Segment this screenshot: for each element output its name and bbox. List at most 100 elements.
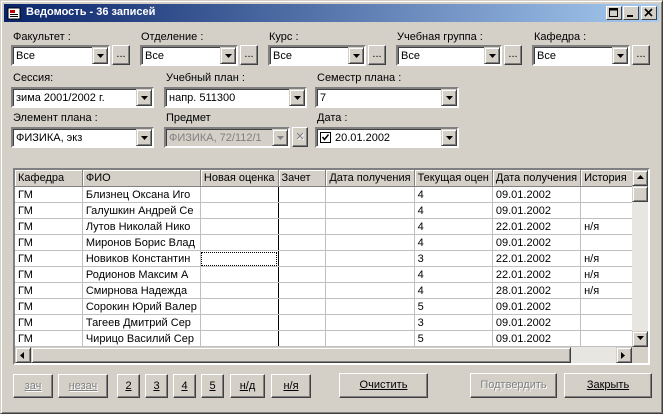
table-cell: 09.01.2002: [492, 186, 582, 203]
dropdown-button[interactable]: [441, 89, 457, 106]
scroll-up-button[interactable]: [632, 170, 648, 186]
column-header[interactable]: Зачет: [278, 170, 327, 187]
close-window-button[interactable]: [641, 6, 657, 20]
close-button[interactable]: Закрыть: [564, 373, 652, 398]
table-row[interactable]: ГМ Лутов Николай Нико 4 22.01.2002 н/я: [15, 218, 648, 235]
table-row[interactable]: ГМ Миронов Борис Влад 4 09.01.2002: [15, 234, 648, 251]
column-header[interactable]: Текущая оцен: [414, 170, 493, 187]
table-cell: [278, 298, 327, 315]
table-cell[interactable]: [199, 314, 279, 331]
pass-button[interactable]: зач: [13, 374, 53, 398]
table-cell[interactable]: [199, 330, 279, 347]
chair-select[interactable]: Все: [532, 45, 630, 66]
date-value: 20.01.2002: [335, 132, 391, 144]
date-checkbox[interactable]: [320, 132, 331, 143]
table-row[interactable]: ГМ Родионов Максим А 4 22.01.2002 н/я: [15, 266, 648, 283]
table-cell[interactable]: [199, 250, 279, 267]
column-header[interactable]: Новая оценка: [200, 170, 279, 187]
table-row[interactable]: ГМ Новиков Константин 3 22.01.2002 н/я: [15, 250, 648, 267]
horizontal-scroll-thumb[interactable]: [31, 347, 571, 363]
maximize-button[interactable]: [606, 6, 622, 20]
dropdown-button[interactable]: [136, 129, 152, 146]
grade-3-button[interactable]: 3: [145, 374, 168, 398]
table-row[interactable]: ГМ Смирнова Надежда 4 28.01.2002 н/я: [15, 282, 648, 299]
grade-5-button[interactable]: 5: [201, 374, 224, 398]
dropdown-button[interactable]: [612, 47, 628, 64]
confirm-button[interactable]: Подтвердить: [470, 373, 557, 398]
table-cell[interactable]: [199, 298, 279, 315]
fail-button[interactable]: незач: [58, 374, 108, 398]
department-select[interactable]: Все: [140, 45, 238, 66]
dropdown-button[interactable]: [272, 129, 288, 146]
not-admitted-button[interactable]: н/д: [230, 374, 265, 398]
table-cell: Миронов Борис Влад: [82, 234, 201, 251]
table-cell: [325, 234, 415, 251]
table-cell: ГМ: [15, 250, 83, 267]
no-show-button[interactable]: н/я: [271, 374, 311, 398]
table-row[interactable]: ГМ Сорокин Юрий Валер 5 09.01.2002: [15, 298, 648, 315]
table-cell: 22.01.2002: [492, 266, 582, 283]
table-cell: [278, 314, 327, 331]
table-row[interactable]: ГМ Галушкин Андрей Се 4 09.01.2002: [15, 202, 648, 219]
column-header[interactable]: Кафедра: [15, 170, 83, 187]
table-cell[interactable]: [199, 202, 279, 219]
table-cell: 4: [414, 266, 493, 283]
scroll-left-button[interactable]: [15, 347, 31, 363]
faculty-select[interactable]: Все: [11, 45, 110, 66]
table-cell: [278, 202, 327, 219]
plan-select[interactable]: напр. 511300: [164, 87, 307, 108]
course-select[interactable]: Все: [268, 45, 366, 66]
dropdown-button[interactable]: [484, 47, 500, 64]
semester-value: 7: [320, 92, 327, 104]
grade-2-button[interactable]: 2: [117, 374, 140, 398]
minimize-button[interactable]: [623, 6, 639, 20]
horizontal-scrollbar[interactable]: [15, 347, 632, 363]
dropdown-button[interactable]: [348, 47, 364, 64]
title-bar[interactable]: Ведомость - 36 записей: [4, 4, 659, 22]
dropdown-button[interactable]: [220, 47, 236, 64]
vertical-scroll-thumb[interactable]: [632, 186, 648, 202]
column-header[interactable]: Дата получения: [492, 170, 582, 187]
clear-button[interactable]: Очистить: [339, 373, 428, 398]
table-row[interactable]: ГМ Тагеев Дмитрий Сер 3 09.01.2002: [15, 314, 648, 331]
faculty-browse-button[interactable]: ...: [112, 45, 130, 65]
table-cell[interactable]: [199, 282, 279, 299]
group-browse-button[interactable]: ...: [504, 45, 522, 65]
dropdown-button[interactable]: [92, 47, 108, 64]
table-cell[interactable]: [199, 218, 279, 235]
faculty-value: Все: [16, 50, 35, 62]
semester-select[interactable]: 7: [315, 87, 459, 108]
grades-grid[interactable]: Кафедра ФИО Новая оценка Зачет Дата получени…: [13, 168, 650, 365]
grade-4-button[interactable]: 4: [173, 374, 196, 398]
chevron-down-icon: [97, 54, 104, 58]
vertical-scrollbar[interactable]: [632, 170, 648, 347]
dropdown-button[interactable]: [136, 89, 152, 106]
department-browse-button[interactable]: ...: [240, 45, 258, 65]
dropdown-button[interactable]: [441, 129, 457, 146]
chair-label: Кафедра :: [534, 31, 587, 43]
column-header[interactable]: ФИО: [82, 170, 201, 187]
table-cell: 28.01.2002: [492, 282, 582, 299]
table-cell: Новиков Константин: [82, 250, 201, 267]
date-picker[interactable]: 20.01.2002: [315, 127, 459, 148]
subject-select[interactable]: ФИЗИКА, 72/112/1: [164, 127, 290, 148]
group-select[interactable]: Все: [396, 45, 502, 66]
table-cell[interactable]: [199, 186, 279, 203]
table-cell: [325, 218, 415, 235]
table-row[interactable]: ГМ Чирицо Василий Сер 5 09.01.2002: [15, 330, 648, 347]
table-cell[interactable]: [199, 234, 279, 251]
session-select[interactable]: зима 2001/2002 г.: [11, 87, 154, 108]
column-header[interactable]: Дата получения: [325, 170, 415, 187]
scroll-down-button[interactable]: [632, 331, 648, 347]
dropdown-button[interactable]: [289, 89, 305, 106]
chair-browse-button[interactable]: ...: [632, 45, 650, 65]
table-cell[interactable]: [199, 266, 279, 283]
chevron-down-icon: [446, 136, 453, 140]
plan-element-value: ФИЗИКА, экз: [16, 132, 83, 144]
plan-element-select[interactable]: ФИЗИКА, экз: [11, 127, 154, 148]
scroll-right-button[interactable]: [616, 347, 632, 363]
clear-subject-button[interactable]: ✕: [292, 127, 308, 147]
table-row[interactable]: ГМ Близнец Оксана Иго 4 09.01.2002: [15, 186, 648, 203]
course-browse-button[interactable]: ...: [368, 45, 386, 65]
plan-label: Учебный план :: [166, 72, 245, 84]
